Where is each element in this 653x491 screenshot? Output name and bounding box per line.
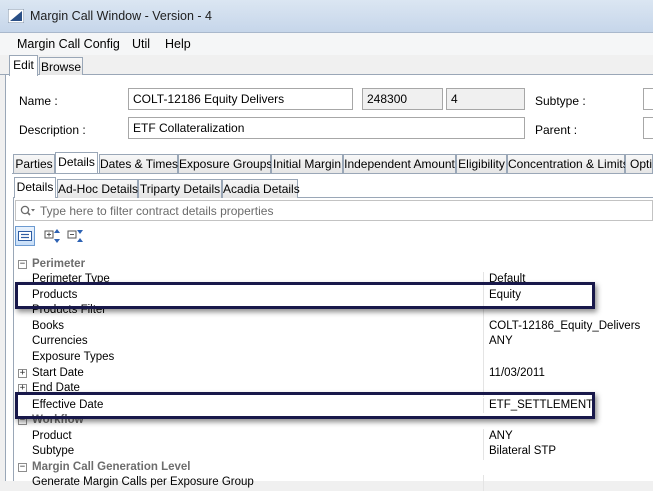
tab-initial-margin[interactable]: Initial Margin <box>271 154 343 173</box>
tab-independent-amount[interactable]: Independent Amount <box>343 154 456 173</box>
description-label: Description : <box>19 123 86 137</box>
tab-eligibility[interactable]: Eligibility <box>456 154 507 173</box>
name-field[interactable]: COLT-12186 Equity Delivers <box>128 88 353 110</box>
margin-call-app-icon <box>8 9 24 23</box>
grid-row-currencies[interactable]: Currencies ANY <box>15 334 653 350</box>
menu-bar: Margin Call Config Util Help <box>0 33 653 55</box>
highlight-box-products <box>15 282 595 309</box>
grid-row-subtype[interactable]: Subtype Bilateral STP <box>15 444 653 460</box>
categorized-view-button[interactable] <box>15 226 35 246</box>
tab-browse[interactable]: Browse <box>39 57 83 76</box>
version-field: 4 <box>446 88 525 110</box>
subtab-acadia-details[interactable]: Acadia Details <box>222 179 300 198</box>
parent-label: Parent : <box>535 123 578 137</box>
tab-details[interactable]: Details <box>55 152 98 173</box>
highlight-box-effective-date <box>15 392 595 419</box>
menu-margin-call-config[interactable]: Margin Call Config <box>17 37 120 51</box>
grid-category-perimeter[interactable]: − Perimeter <box>15 257 653 273</box>
expand-all-icon <box>44 229 60 243</box>
menu-help[interactable]: Help <box>165 37 191 51</box>
grid-row-exposure-types[interactable]: Exposure Types <box>15 350 653 366</box>
collapse-toggle-icon[interactable]: − <box>18 260 27 269</box>
subtab-ad-hoc-details[interactable]: Ad-Hoc Details <box>57 179 138 198</box>
grid-row-product[interactable]: Product ANY <box>15 429 653 445</box>
tab-parties[interactable]: Parties <box>13 154 55 173</box>
subtype-label: Subtype : <box>535 94 586 108</box>
name-label: Name : <box>19 94 58 108</box>
grid-row-books[interactable]: Books COLT-12186_Equity_Delivers <box>15 319 653 335</box>
collapse-toggle-icon[interactable]: − <box>18 463 27 472</box>
subtype-field[interactable] <box>643 88 653 110</box>
tab-dates-times[interactable]: Dates & Times <box>99 154 178 173</box>
description-field[interactable]: ETF Collateralization <box>128 117 525 139</box>
collapse-all-button[interactable] <box>66 226 86 246</box>
menu-util[interactable]: Util <box>132 37 150 51</box>
window-title: Margin Call Window - Version - 4 <box>30 9 213 23</box>
collapse-all-icon <box>67 230 83 242</box>
search-icon[interactable] <box>20 205 36 217</box>
filter-box <box>15 200 653 221</box>
parent-field[interactable] <box>643 117 653 139</box>
tab-concentration-limits[interactable]: Concentration & Limits <box>507 154 629 173</box>
tab-options[interactable]: Opti <box>625 154 653 173</box>
grid-category-margin-call-generation-level[interactable]: − Margin Call Generation Level <box>15 460 653 476</box>
expand-all-button[interactable] <box>43 226 63 246</box>
filter-input[interactable] <box>40 203 640 218</box>
tab-exposure-groups[interactable]: Exposure Groups <box>178 154 272 173</box>
categorized-view-icon <box>18 231 32 241</box>
tab-edit[interactable]: Edit <box>9 55 38 76</box>
grid-row-start-date[interactable]: + Start Date 11/03/2011 <box>15 366 653 382</box>
expand-toggle-icon[interactable]: + <box>18 369 27 378</box>
title-bar[interactable]: Margin Call Window - Version - 4 <box>0 0 653 33</box>
grid-row-generate-margin-calls[interactable]: Generate Margin Calls per Exposure Group <box>15 475 653 491</box>
id-field: 248300 <box>362 88 443 110</box>
subtab-triparty-details[interactable]: Triparty Details <box>138 179 222 198</box>
subtab-details[interactable]: Details <box>14 177 56 198</box>
